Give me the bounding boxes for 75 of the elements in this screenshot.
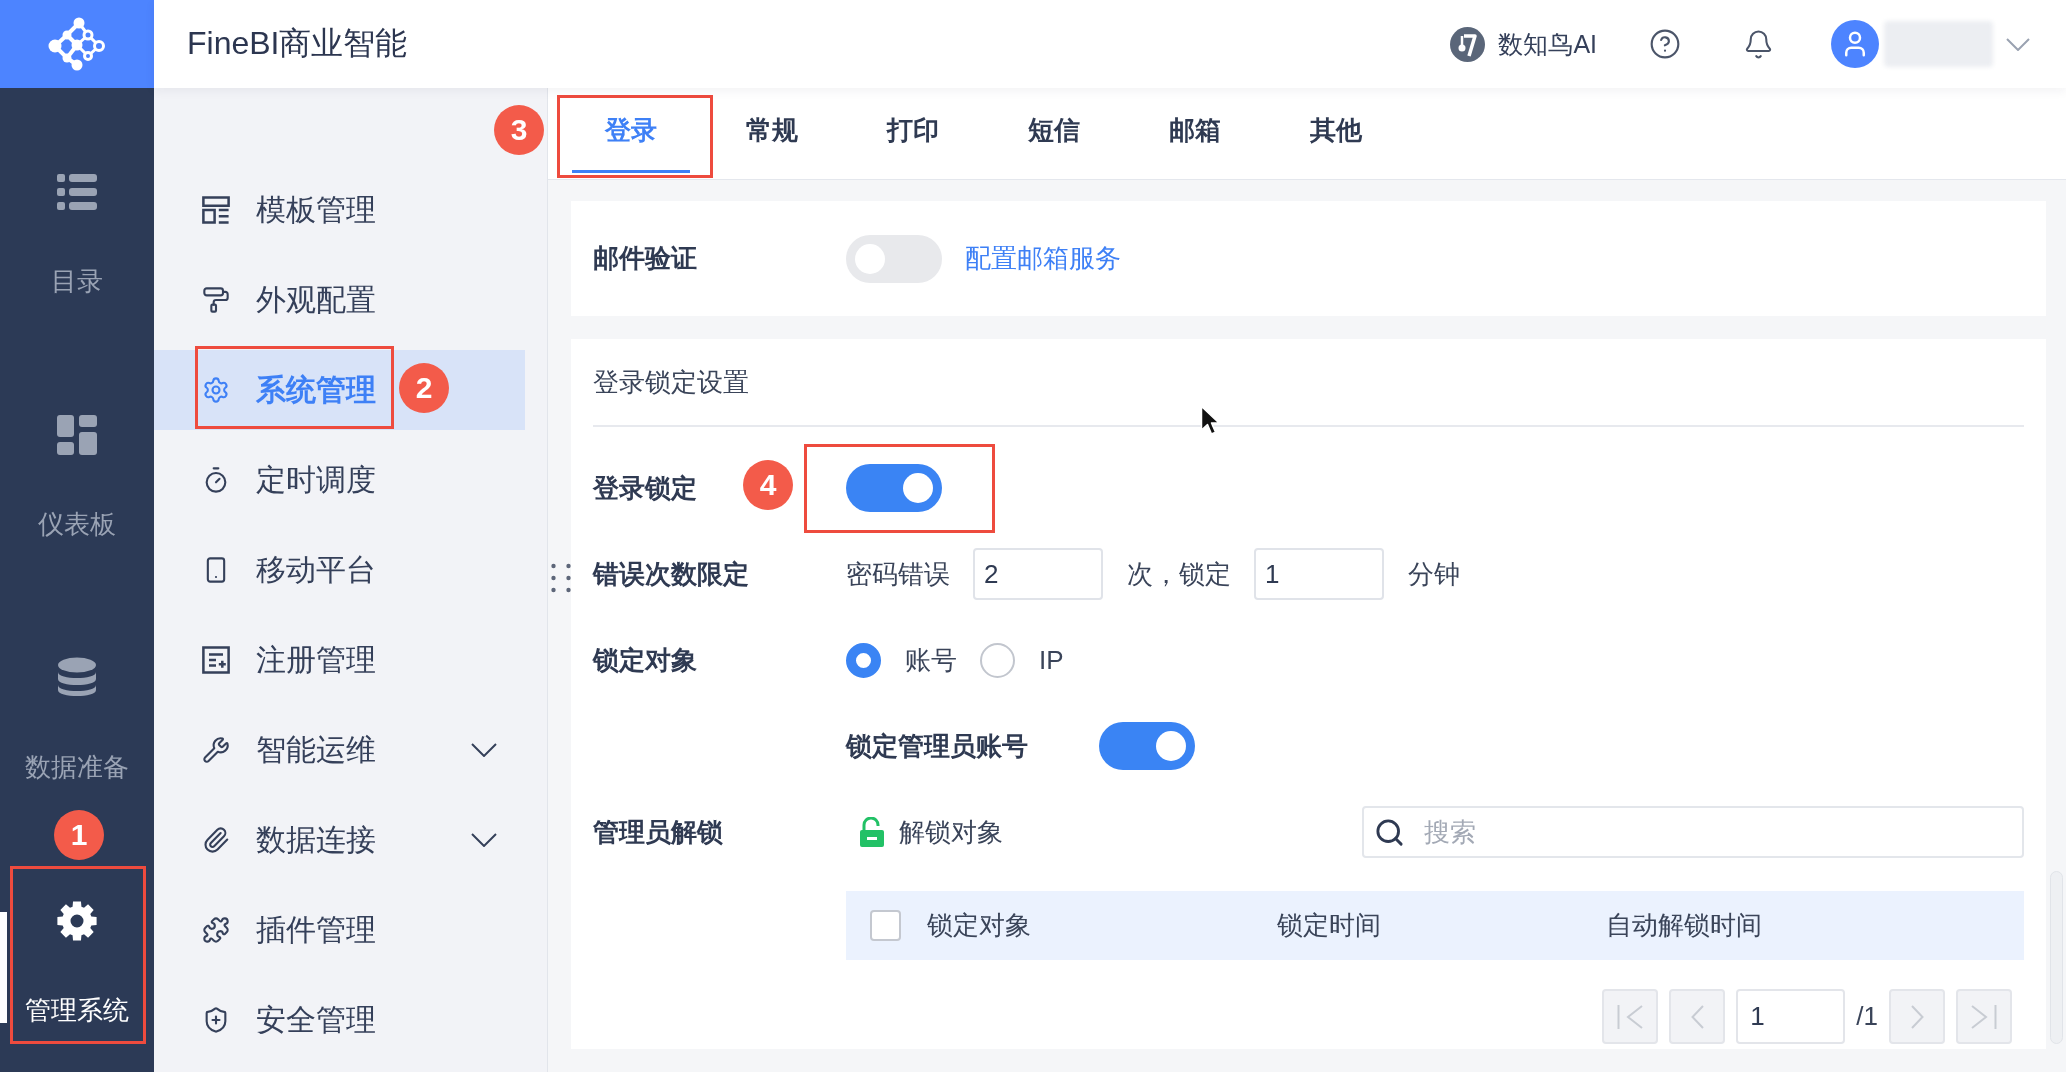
- menu-item[interactable]: 注册管理: [154, 620, 525, 700]
- help-icon[interactable]: [1649, 28, 1681, 60]
- radio-label: IP: [1039, 644, 1064, 676]
- field-text: 分钟: [1408, 557, 1460, 591]
- tab[interactable]: 其他: [1265, 88, 1406, 179]
- radio-button[interactable]: [846, 642, 881, 678]
- page-number-input[interactable]: 1: [1736, 989, 1846, 1044]
- menu-item[interactable]: 插件管理: [154, 890, 525, 970]
- list-icon: [57, 174, 97, 210]
- chevron-bar-right-icon: [1971, 1004, 1997, 1029]
- rail-item[interactable]: 仪表板: [38, 415, 116, 539]
- chevron-left-icon: [1690, 1004, 1704, 1029]
- search-field[interactable]: 搜索: [1362, 806, 2024, 858]
- menu-item[interactable]: 定时调度: [154, 440, 525, 520]
- paperclip-icon: [202, 826, 230, 854]
- rail-item[interactable]: 管理系统: [25, 901, 129, 1025]
- step-badge: 4: [743, 460, 793, 510]
- field-label: 管理员解锁: [593, 815, 723, 849]
- menu-item[interactable]: 智能运维: [154, 710, 525, 790]
- drag-handle-icon[interactable]: [551, 563, 571, 593]
- field-text: 次，锁定: [1127, 557, 1231, 591]
- bar-chevron-left-icon: [1617, 1004, 1644, 1029]
- tab[interactable]: 登录: [560, 88, 701, 179]
- field-label: 锁定管理员账号: [846, 729, 1028, 763]
- ai-assistant-button[interactable]: 数知鸟AI: [1450, 26, 1597, 62]
- round-logo-icon: [1450, 26, 1486, 62]
- menu-item[interactable]: 模板管理: [154, 170, 525, 250]
- form-icon: [202, 646, 230, 674]
- menu-item[interactable]: 安全管理: [154, 980, 525, 1060]
- step-badge: 1: [54, 810, 104, 860]
- tab[interactable]: 邮箱: [1124, 88, 1265, 179]
- paint-roller-icon: [202, 286, 230, 314]
- settings-icon: [57, 901, 97, 941]
- app-title: FineBI商业智能: [187, 24, 408, 63]
- menu-item[interactable]: 数据连接: [154, 800, 525, 880]
- bell-icon[interactable]: [1743, 28, 1774, 60]
- unlock-button[interactable]: 解锁对象: [859, 814, 1003, 850]
- settings-icon: [202, 376, 230, 404]
- tab[interactable]: 打印: [842, 88, 983, 179]
- open-padlock-icon: [859, 817, 885, 847]
- tiles-icon: [57, 415, 97, 455]
- menu-item[interactable]: 外观配置: [154, 260, 525, 340]
- tab[interactable]: 短信: [983, 88, 1124, 179]
- attempts-input[interactable]: 2: [973, 548, 1103, 600]
- layout-icon: [202, 196, 230, 224]
- toggle-switch[interactable]: [1099, 722, 1195, 770]
- puzzle-icon: [202, 916, 230, 944]
- caret-icon[interactable]: [2006, 37, 2030, 51]
- wrench-icon: [202, 736, 230, 764]
- page-total: /1: [1856, 1001, 1878, 1032]
- search-input[interactable]: 搜索: [1424, 815, 2012, 849]
- radio-button[interactable]: [980, 642, 1015, 678]
- database-icon: [57, 657, 97, 699]
- column-header: 锁定对象: [927, 910, 1031, 940]
- toggle-switch[interactable]: [846, 464, 942, 512]
- tab[interactable]: 常规: [701, 88, 842, 179]
- chevron-right-icon: [1910, 1004, 1924, 1029]
- column-header: 锁定时间: [1277, 910, 1381, 940]
- search-icon: [1374, 816, 1405, 848]
- field-label: 邮件验证: [593, 242, 697, 275]
- rail-item[interactable]: 目录: [51, 172, 103, 296]
- section-heading: 登录锁定设置: [593, 365, 749, 399]
- config-link[interactable]: 配置邮箱服务: [965, 241, 1121, 276]
- field-text: 密码错误: [846, 557, 950, 591]
- field-label: 登录锁定: [593, 471, 697, 505]
- network-logo-icon: [48, 16, 106, 72]
- field-label: 错误次数限定: [593, 557, 749, 591]
- rail-item[interactable]: 数据准备: [25, 658, 129, 782]
- select-all-checkbox[interactable]: [870, 910, 901, 941]
- avatar-icon[interactable]: [1831, 20, 1879, 68]
- minutes-input[interactable]: 1: [1254, 548, 1384, 600]
- column-header: 自动解锁时间: [1606, 910, 1762, 940]
- menu-item[interactable]: 移动平台: [154, 530, 525, 610]
- field-label: 锁定对象: [593, 643, 697, 677]
- radio-label: 账号: [905, 643, 957, 677]
